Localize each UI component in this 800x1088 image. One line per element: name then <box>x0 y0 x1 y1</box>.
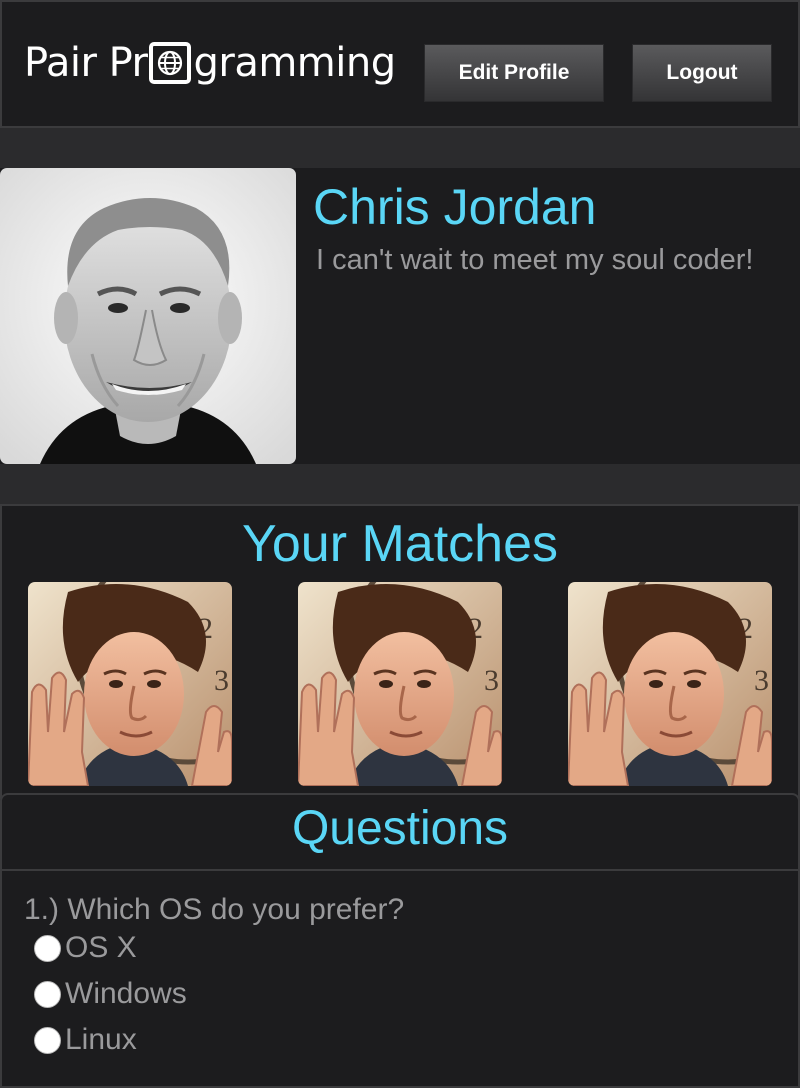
questions-section: Questions 1.) Which OS do you prefer? OS… <box>0 793 800 1088</box>
match-avatar[interactable] <box>298 582 502 786</box>
option-label: Linux <box>65 1023 137 1056</box>
option-osx[interactable]: OS X <box>34 931 137 965</box>
option-windows[interactable]: Windows <box>34 977 187 1011</box>
app-logo[interactable]: Pair Pr gramming <box>24 40 396 86</box>
logout-button[interactable]: Logout <box>632 44 772 102</box>
brand-text-suffix: gramming <box>193 40 396 86</box>
edit-profile-button[interactable]: Edit Profile <box>424 44 604 102</box>
section-divider <box>2 869 798 871</box>
profile-avatar <box>0 168 296 464</box>
questions-title: Questions <box>291 802 509 855</box>
matches-section: Your Matches <box>0 504 800 799</box>
option-label: OS X <box>65 931 137 964</box>
match-avatar[interactable] <box>28 582 232 786</box>
profile-bio: I can't wait to meet my soul coder! <box>316 244 754 276</box>
match-avatar[interactable] <box>568 582 772 786</box>
option-label: Windows <box>65 977 187 1010</box>
radio-button[interactable] <box>34 1026 61 1054</box>
question-text: 1.) Which OS do you prefer? <box>24 893 405 926</box>
brand-text-prefix: Pair Pr <box>24 40 148 86</box>
matches-title: Your Matches <box>241 515 559 573</box>
radio-button[interactable] <box>34 934 61 962</box>
top-navbar: Pair Pr gramming Edit Profile Logout <box>0 0 800 128</box>
profile-name: Chris Jordan <box>313 179 597 235</box>
radio-button[interactable] <box>34 980 61 1008</box>
profile-card: Chris Jordan I can't wait to meet my sou… <box>0 168 800 464</box>
option-linux[interactable]: Linux <box>34 1023 137 1057</box>
globe-icon <box>149 42 192 84</box>
